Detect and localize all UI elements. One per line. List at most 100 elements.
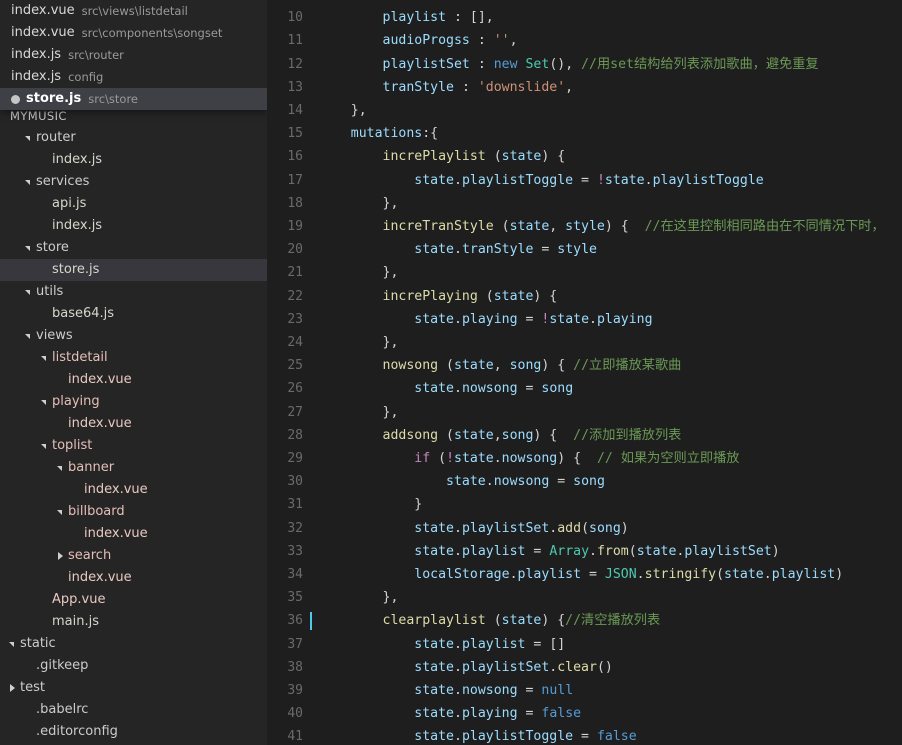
chevron-down-icon[interactable] <box>24 237 34 259</box>
tree-folder-router[interactable]: router <box>0 127 267 149</box>
tree-folder-test[interactable]: test <box>0 677 267 699</box>
unsaved-dot-icon <box>11 94 20 104</box>
line-number: 18 <box>287 195 303 211</box>
code-line[interactable]: 18 }, <box>267 192 902 215</box>
code-line[interactable]: 19 increTranStyle (state, style) { //在这里… <box>267 215 902 238</box>
tree-folder-billboard[interactable]: billboard <box>0 501 267 523</box>
code-line[interactable]: 16 increPlaylist (state) { <box>267 145 902 168</box>
chevron-right-icon[interactable] <box>56 545 66 567</box>
code-line[interactable]: 29 if (!state.nowsong) { // 如果为空则立即播放 <box>267 447 902 470</box>
tree-folder-playing[interactable]: playing <box>0 391 267 413</box>
tree-file-index-vue[interactable]: index.vue <box>0 479 267 501</box>
tree-item-label: toplist <box>52 438 93 453</box>
code-line[interactable]: 10 playlist : [], <box>267 6 902 29</box>
code-text: }, <box>319 404 399 420</box>
chevron-down-icon[interactable] <box>40 347 50 369</box>
tree-file-index-vue[interactable]: index.vue <box>0 567 267 589</box>
tree-folder-listdetail[interactable]: listdetail <box>0 347 267 369</box>
code-line[interactable]: 36 clearplaylist (state) {//清空播放列表 <box>267 609 902 632</box>
code-line[interactable]: 32 state.playlistSet.add(song) <box>267 517 902 540</box>
code-editor[interactable]: 910 playlist : [],11 audioProgss : '',12… <box>267 0 902 745</box>
code-line[interactable]: 14 }, <box>267 99 902 122</box>
tree-folder-toplist[interactable]: toplist <box>0 435 267 457</box>
code-text: state.playlistToggle = false <box>414 729 637 745</box>
code-line[interactable]: 27 }, <box>267 401 902 424</box>
chevron-right-icon[interactable] <box>8 677 18 699</box>
tree-folder-static[interactable]: static <box>0 633 267 655</box>
code-line[interactable]: 22 increPlaying (state) { <box>267 285 902 308</box>
tree-file--gitkeep[interactable]: .gitkeep <box>0 655 267 677</box>
tree-file-index-js[interactable]: index.js <box>0 149 267 171</box>
tree-folder-services[interactable]: services <box>0 171 267 193</box>
code-line[interactable]: 41 state.playlistToggle = false <box>267 725 902 745</box>
code-line[interactable]: 26 state.nowsong = song <box>267 377 902 400</box>
chevron-down-icon[interactable] <box>24 127 34 149</box>
code-text: state.nowsong = song <box>446 474 605 490</box>
code-line[interactable]: 12 playlistSet : new Set(), //用set结构给列表添… <box>267 53 902 76</box>
tree-file--babelrc[interactable]: .babelrc <box>0 699 267 721</box>
code-line[interactable]: 25 nowsong (state, song) { //立即播放某歌曲 <box>267 354 902 377</box>
tree-file-store-js[interactable]: store.js <box>0 259 267 281</box>
quick-open-item[interactable]: store.js src\store <box>0 88 267 110</box>
code-line[interactable]: 38 state.playlistSet.clear() <box>267 656 902 679</box>
chevron-down-icon[interactable] <box>8 633 18 655</box>
chevron-down-icon[interactable] <box>24 325 34 347</box>
tree-item-label: index.vue <box>68 570 132 585</box>
tree-item-label: billboard <box>68 504 125 519</box>
tree-file-index-vue[interactable]: index.vue <box>0 413 267 435</box>
code-line[interactable]: 30 state.nowsong = song <box>267 470 902 493</box>
code-text: increPlaying (state) { <box>382 288 558 304</box>
code-line[interactable]: 17 state.playlistToggle = !state.playlis… <box>267 169 902 192</box>
code-line[interactable]: 28 addsong (state,song) { //添加到播放列表 <box>267 424 902 447</box>
code-line[interactable]: 21 }, <box>267 261 902 284</box>
code-line[interactable]: 40 state.playing = false <box>267 702 902 725</box>
quick-open-item[interactable]: index.js src\router <box>0 44 267 66</box>
code-line[interactable]: 15 mutations:{ <box>267 122 902 145</box>
line-number: 16 <box>287 149 303 165</box>
chevron-down-icon[interactable] <box>40 435 50 457</box>
tree-folder-store[interactable]: store <box>0 237 267 259</box>
code-line[interactable]: 31 } <box>267 493 902 516</box>
tree-folder-views[interactable]: views <box>0 325 267 347</box>
tree-file-index-vue[interactable]: index.vue <box>0 523 267 545</box>
tree-file-base64-js[interactable]: base64.js <box>0 303 267 325</box>
tree-folder-banner[interactable]: banner <box>0 457 267 479</box>
code-line[interactable]: 20 state.tranStyle = style <box>267 238 902 261</box>
quick-open-panel[interactable]: index.vue src\views\listdetail index.vue sr… <box>0 0 267 110</box>
code-line[interactable]: 11 audioProgss : '', <box>267 29 902 52</box>
quick-open-item[interactable]: index.vue src\views\listdetail <box>0 0 267 22</box>
code-text: }, <box>319 590 399 606</box>
tree-file-api-js[interactable]: api.js <box>0 193 267 215</box>
code-line[interactable]: 13 tranStyle : 'downslide', <box>267 76 902 99</box>
code-line[interactable]: 39 state.nowsong = null <box>267 679 902 702</box>
tree-file--editorconfig[interactable]: .editorconfig <box>0 721 267 743</box>
code-line[interactable]: 24 }, <box>267 331 902 354</box>
code-text: state.playlist = Array.from(state.playli… <box>414 543 780 559</box>
tree-file-index-js[interactable]: index.js <box>0 215 267 237</box>
line-number: 29 <box>287 451 303 466</box>
code-line[interactable]: 33 state.playlist = Array.from(state.pla… <box>267 540 902 563</box>
tree-file-app-vue[interactable]: App.vue <box>0 589 267 611</box>
chevron-down-icon[interactable] <box>56 501 66 523</box>
code-line[interactable]: 34 localStorage.playlist = JSON.stringif… <box>267 563 902 586</box>
chevron-down-icon[interactable] <box>56 457 66 479</box>
chevron-down-icon[interactable] <box>40 391 50 413</box>
chevron-down-icon[interactable] <box>24 171 34 193</box>
code-line[interactable]: 23 state.playing = !state.playing <box>267 308 902 331</box>
quick-open-item[interactable]: index.js config <box>0 66 267 88</box>
tree-folder-search[interactable]: search <box>0 545 267 567</box>
line-number: 36 <box>287 613 303 629</box>
code-line[interactable]: 37 state.playlist = [] <box>267 633 902 656</box>
line-number: 33 <box>287 543 303 559</box>
tree-file-main-js[interactable]: main.js <box>0 611 267 633</box>
line-number: 22 <box>287 288 303 304</box>
code-line[interactable]: 35 }, <box>267 586 902 609</box>
tree-folder-utils[interactable]: utils <box>0 281 267 303</box>
quick-open-item[interactable]: index.vue src\components\songset <box>0 22 267 44</box>
tree-file-index-vue[interactable]: index.vue <box>0 369 267 391</box>
quick-open-item-path: src\views\listdetail <box>81 4 188 18</box>
chevron-down-icon[interactable] <box>24 281 34 303</box>
